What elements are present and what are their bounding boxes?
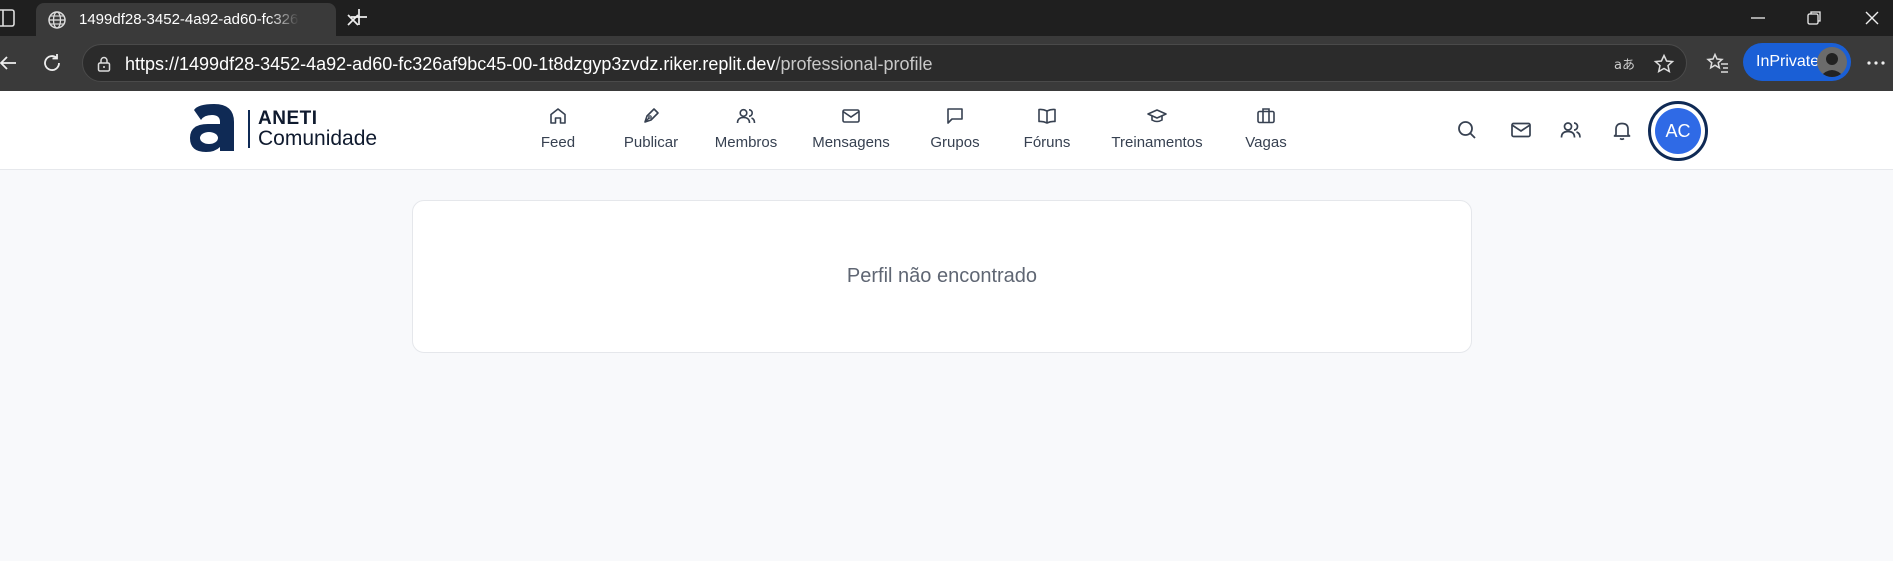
url-path: /professional-profile [775,54,933,74]
user-avatar-button[interactable]: AC [1648,101,1708,161]
users-icon [736,108,756,124]
plus-icon[interactable] [348,6,370,28]
nav-label: Fóruns [1023,134,1071,151]
globe-icon [48,11,66,29]
nav-item-grupos[interactable]: Grupos [930,105,980,151]
nav-label: Publicar [623,134,679,151]
mail-icon[interactable] [1509,118,1533,142]
browser-toolbar: https://1499df28-3452-4a92-ad60-fc326af9… [0,36,1893,91]
back-icon[interactable] [0,51,20,75]
sidebar-icon[interactable] [0,8,20,28]
logo-divider [248,110,250,148]
avatar: AC [1655,108,1701,154]
tab-title: 1499df28-3452-4a92-ad60-fc326af9bc45-00-… [79,11,299,28]
logo[interactable]: ANETI Comunidade [186,104,386,152]
nav-item-treinamentos[interactable]: Treinamentos [1110,105,1204,151]
profile-not-found-card: Perfil não encontrado [412,200,1472,353]
nav-label: Treinamentos [1111,134,1203,151]
window-close-icon[interactable] [1862,8,1882,28]
empty-state-message: Perfil não encontrado [846,265,1038,287]
nav-item-mensagens[interactable]: Mensagens [812,105,890,151]
browser-tab-bar: 1499df28-3452-4a92-ad60-fc326af9bc45-00-… [0,0,1893,36]
home-icon [550,108,566,124]
star-icon[interactable] [1653,53,1675,75]
nav-item-foruns[interactable]: Fóruns [1023,105,1071,151]
nav-label: Membros [714,134,778,151]
mail-icon [842,109,860,123]
url-text[interactable]: https://1499df28-3452-4a92-ad60-fc326af9… [125,54,933,75]
aneti-logo-mark [190,104,234,152]
brand-subtitle: Comunidade [258,127,378,150]
favorites-icon[interactable] [1706,51,1730,75]
nav-item-feed[interactable]: Feed [538,105,578,151]
refresh-icon[interactable] [40,51,64,75]
inprivate-label: InPrivate [1756,53,1820,70]
url-host: https://1499df28-3452-4a92-ad60-fc326af9… [125,54,776,74]
address-bar[interactable]: https://1499df28-3452-4a92-ad60-fc326af9… [82,44,1687,82]
nav-label: Feed [540,134,576,151]
briefcase-icon [1257,108,1275,124]
graduation-cap-icon [1147,109,1167,123]
more-icon[interactable] [1864,51,1888,75]
nav-label: Vagas [1245,134,1287,151]
nav-label: Grupos [930,134,980,151]
search-icon[interactable] [1455,118,1479,142]
nav-item-vagas[interactable]: Vagas [1244,105,1288,151]
profile-avatar [1817,47,1847,77]
nav-label: Mensagens [812,134,890,151]
nav-item-membros[interactable]: Membros [714,105,778,151]
inprivate-button[interactable]: InPrivate [1743,43,1851,81]
bell-icon[interactable] [1610,118,1634,142]
nav-item-publicar[interactable]: Publicar [622,105,680,151]
lock-icon[interactable] [95,55,113,73]
chat-icon [947,108,963,124]
svg-text:aあ: aあ [1614,58,1635,73]
book-icon [1038,108,1056,124]
users-icon[interactable] [1559,118,1583,142]
app-header: ANETI Comunidade Feed Publicar Membros M… [0,91,1893,170]
person-icon [1820,53,1844,77]
pen-icon [644,108,659,123]
minimize-icon[interactable] [1748,8,1768,28]
restore-icon[interactable] [1804,8,1824,28]
browser-tab[interactable]: 1499df28-3452-4a92-ad60-fc326af9bc45-00-… [36,3,359,36]
read-aloud-icon[interactable]: aあ [1613,53,1635,75]
